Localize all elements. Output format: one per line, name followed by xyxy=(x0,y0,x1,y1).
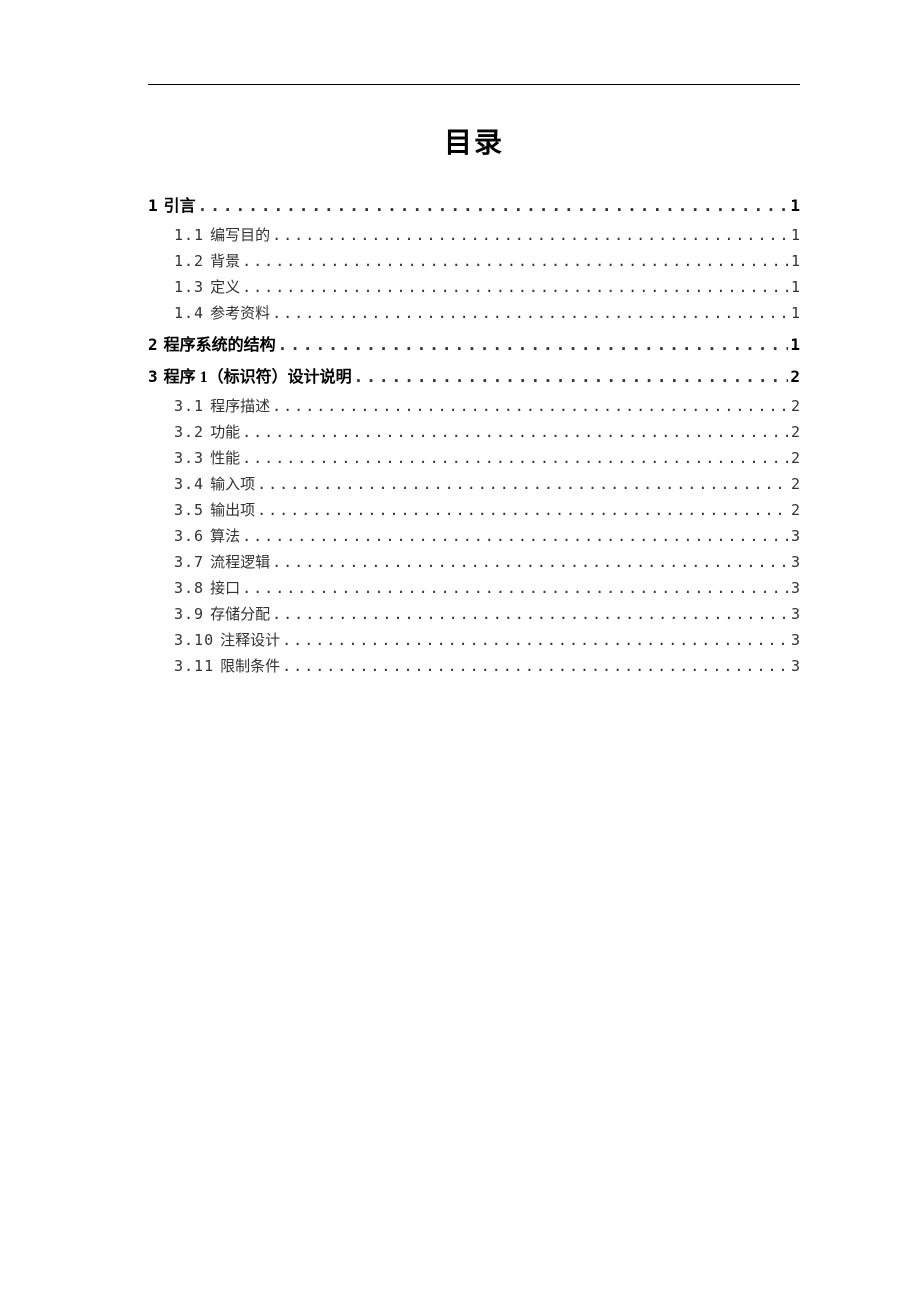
toc-page-number: 1 xyxy=(791,249,800,273)
toc-leader-dots: ........................................… xyxy=(272,301,789,325)
toc-entry: 3.5输出项 .................................… xyxy=(148,498,800,523)
toc-text: 输入项 xyxy=(210,473,255,497)
toc-entry: 3.10注释设计 ...............................… xyxy=(148,628,800,653)
toc-number: 3.5 xyxy=(174,498,204,522)
toc-page-number: 3 xyxy=(791,602,800,626)
toc-leader-dots: ........................................… xyxy=(257,472,789,496)
toc-page-number: 2 xyxy=(790,364,800,390)
toc-text: 存储分配 xyxy=(210,603,270,627)
toc-leader-dots: ........................................… xyxy=(272,550,789,574)
toc-entry: 3.8接口 ..................................… xyxy=(148,576,800,601)
toc-page-number: 3 xyxy=(791,654,800,678)
toc-page-number: 1 xyxy=(791,301,800,325)
toc-entry: 3.6算法 ..................................… xyxy=(148,524,800,549)
toc-text: 注释设计 xyxy=(220,629,280,653)
toc-leader-dots: ........................................… xyxy=(242,275,789,299)
toc-number: 3.4 xyxy=(174,472,204,496)
toc-number: 1.1 xyxy=(174,223,204,247)
toc-number: 3.7 xyxy=(174,550,204,574)
toc-number: 3.9 xyxy=(174,602,204,626)
toc-number: 1.2 xyxy=(174,249,204,273)
toc-text: 流程逻辑 xyxy=(210,551,270,575)
toc-entry: 1引言 ....................................… xyxy=(148,193,800,220)
toc-entry: 3.7流程逻辑 ................................… xyxy=(148,550,800,575)
toc-leader-dots: ........................................… xyxy=(282,628,789,652)
toc-entry: 1.3定义 ..................................… xyxy=(148,275,800,300)
toc-page-number: 1 xyxy=(790,193,800,219)
toc-text: 编写目的 xyxy=(210,224,270,248)
toc-number: 3.10 xyxy=(174,628,214,652)
toc-leader-dots: ........................................… xyxy=(354,364,789,390)
top-rule xyxy=(148,84,800,85)
toc-leader-dots: ........................................… xyxy=(242,576,789,600)
toc-text: 定义 xyxy=(210,276,240,300)
toc-number: 3 xyxy=(148,364,158,390)
toc-entry: 3.3性能 ..................................… xyxy=(148,446,800,471)
toc-text: 引言 xyxy=(164,194,196,220)
toc-leader-dots: ........................................… xyxy=(272,394,789,418)
toc-leader-dots: ........................................… xyxy=(242,249,789,273)
toc-entry: 3.1程序描述 ................................… xyxy=(148,394,800,419)
toc-text: 接口 xyxy=(210,577,240,601)
toc-page-number: 1 xyxy=(791,275,800,299)
toc-leader-dots: ........................................… xyxy=(242,524,789,548)
toc-number: 3.2 xyxy=(174,420,204,444)
toc-page-number: 2 xyxy=(791,472,800,496)
toc-page-number: 3 xyxy=(791,550,800,574)
toc-text: 参考资料 xyxy=(210,302,270,326)
toc-leader-dots: ........................................… xyxy=(272,602,789,626)
toc-number: 3.11 xyxy=(174,654,214,678)
toc-leader-dots: ........................................… xyxy=(272,223,789,247)
toc-entry: 3程序 1（标识符）设计说明 .........................… xyxy=(148,364,800,391)
toc-page-number: 2 xyxy=(791,394,800,418)
toc-list: 1引言 ....................................… xyxy=(148,193,800,679)
toc-leader-dots: ........................................… xyxy=(198,193,789,219)
toc-entry: 3.11限制条件 ...............................… xyxy=(148,654,800,679)
toc-text: 限制条件 xyxy=(220,655,280,679)
toc-leader-dots: ........................................… xyxy=(278,332,789,358)
toc-number: 3.3 xyxy=(174,446,204,470)
toc-text: 功能 xyxy=(210,421,240,445)
toc-page-number: 2 xyxy=(791,420,800,444)
toc-number: 1 xyxy=(148,193,158,219)
toc-page-number: 2 xyxy=(791,446,800,470)
toc-leader-dots: ........................................… xyxy=(282,654,789,678)
toc-page-number: 1 xyxy=(791,223,800,247)
toc-entry: 3.4输入项 .................................… xyxy=(148,472,800,497)
toc-text: 性能 xyxy=(210,447,240,471)
toc-leader-dots: ........................................… xyxy=(257,498,789,522)
toc-text: 算法 xyxy=(210,525,240,549)
toc-page-number: 3 xyxy=(791,524,800,548)
toc-leader-dots: ........................................… xyxy=(242,446,789,470)
toc-page-number: 3 xyxy=(791,576,800,600)
toc-leader-dots: ........................................… xyxy=(242,420,789,444)
toc-number: 2 xyxy=(148,332,158,358)
toc-text: 程序系统的结构 xyxy=(164,333,276,359)
page-container: 目录 1引言 .................................… xyxy=(0,0,920,679)
toc-entry: 2程序系统的结构 ...............................… xyxy=(148,332,800,359)
toc-number: 3.1 xyxy=(174,394,204,418)
toc-entry: 3.9存储分配 ................................… xyxy=(148,602,800,627)
toc-entry: 1.1编写目的 ................................… xyxy=(148,223,800,248)
toc-number: 3.6 xyxy=(174,524,204,548)
toc-text: 程序描述 xyxy=(210,395,270,419)
toc-page-number: 3 xyxy=(791,628,800,652)
toc-entry: 3.2功能 ..................................… xyxy=(148,420,800,445)
toc-page-number: 1 xyxy=(790,332,800,358)
toc-number: 1.3 xyxy=(174,275,204,299)
toc-entry: 1.4参考资料 ................................… xyxy=(148,301,800,326)
toc-page-number: 2 xyxy=(791,498,800,522)
toc-text: 输出项 xyxy=(210,499,255,523)
toc-number: 1.4 xyxy=(174,301,204,325)
toc-entry: 1.2背景 ..................................… xyxy=(148,249,800,274)
toc-text: 背景 xyxy=(210,250,240,274)
toc-text: 程序 1（标识符）设计说明 xyxy=(164,365,352,391)
toc-number: 3.8 xyxy=(174,576,204,600)
toc-title: 目录 xyxy=(148,121,800,161)
